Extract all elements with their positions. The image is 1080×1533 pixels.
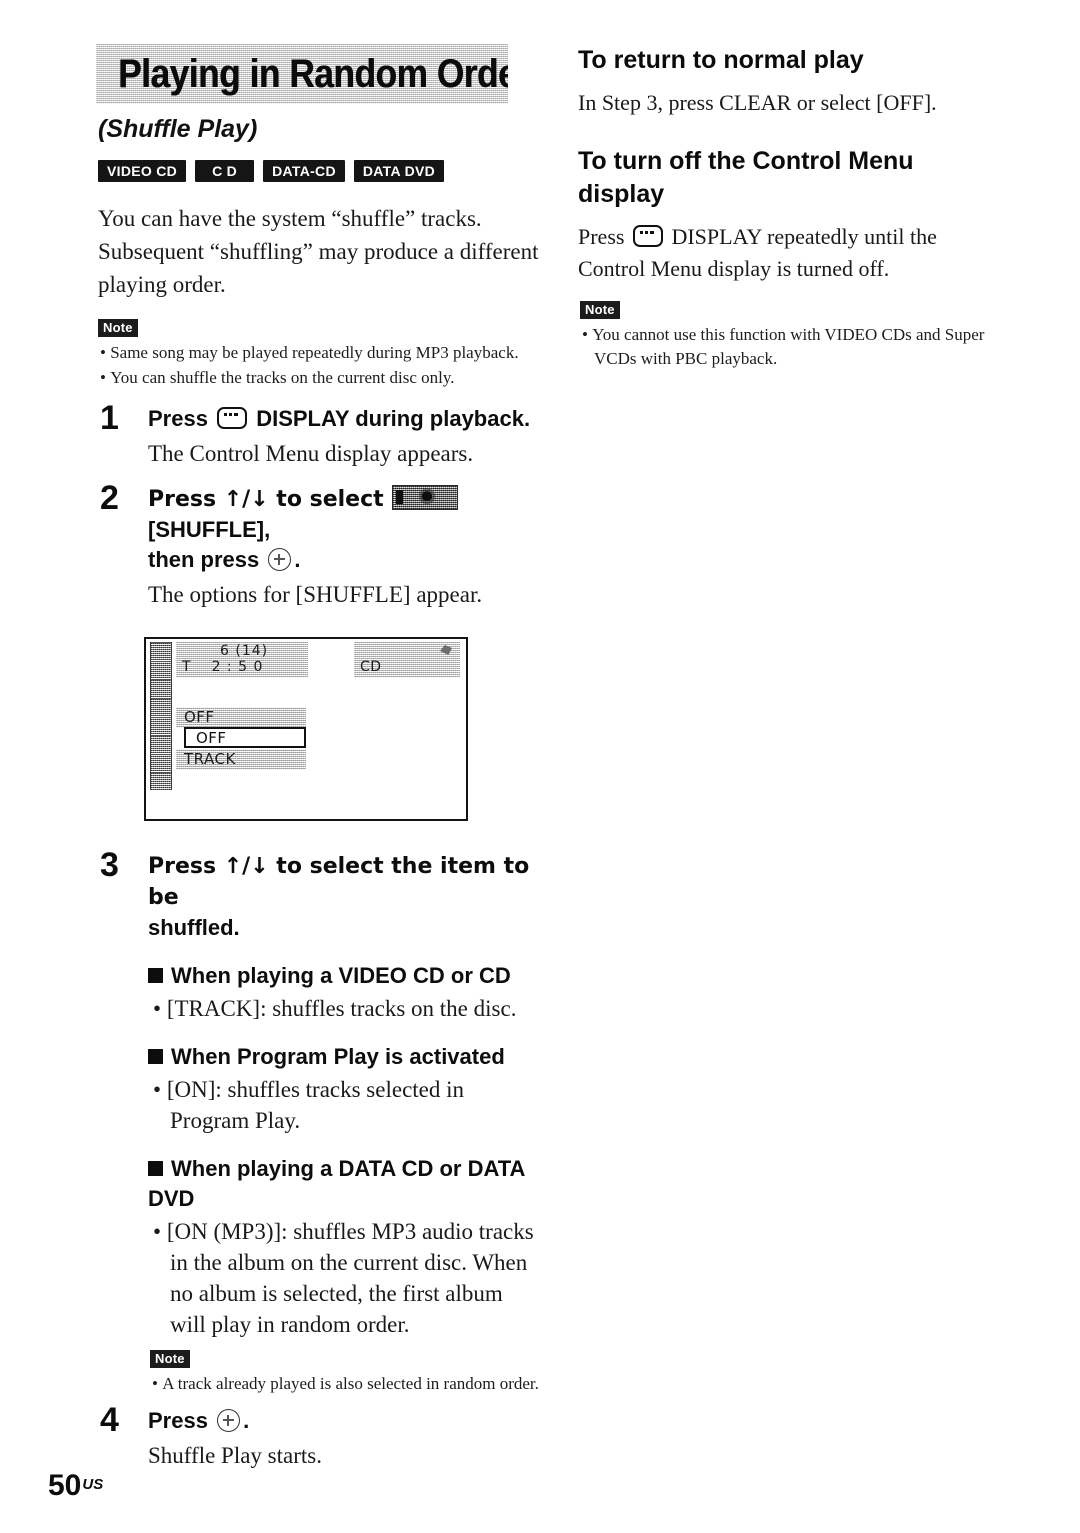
section-subtitle: (Shuffle Play) [98,115,258,143]
disc-type-badges: VIDEO CD C D DATA-CD DATA DVD [98,160,544,182]
step-1-heading: Press DISPLAY during playback. [148,404,544,434]
page-number: 50US [48,1469,103,1503]
step-4-heading-pre: Press [148,1408,208,1433]
step-2-heading-line2-post: . [294,547,301,572]
enter-button-icon [217,1409,241,1432]
step-2-number: 2 [100,479,119,517]
step-2-heading-mid: [SHUFFLE], [148,517,271,542]
step-3: 3 Press ↑/↓ to select the item to be shu… [96,846,544,1396]
step-4-heading: Press . [148,1406,544,1436]
badge-data-dvd: DATA DVD [353,160,445,182]
section-title-band: Playing in Random Order [96,44,508,104]
on-screen-display-figure: 6 (14) T 2 : 5 0 CD OFF OFF TRACK [144,637,468,821]
note-item: Same song may be played repeatedly durin… [98,341,544,365]
step-2-heading-pre: Press ↑/↓ to select [148,487,384,512]
osd-selected-option[interactable]: OFF [184,727,306,748]
shuffle-menu-icon [391,485,458,510]
note-list: A track already played is also selected … [148,1372,544,1396]
osd-icon-cell [151,697,171,716]
display-button-icon [217,407,248,429]
subhead-data-cd-or-data-dvd: When playing a DATA CD or DATA DVD [148,1154,544,1214]
heading-turn-off-control-menu: To turn off the Control Menu display [578,145,1002,211]
section-title: Playing in Random Order [118,52,508,96]
heading-line-2: display [578,180,665,208]
osd-option-track[interactable]: TRACK [176,749,306,770]
bullet-on-mp3: [ON (MP3)]: shuffles MP3 audio tracks in… [150,1216,544,1340]
left-column: Playing in Random Order (Shuffle Play) V… [96,44,544,1472]
heading-return-to-normal-play: To return to normal play [578,46,864,74]
badge-video-cd: VIDEO CD [98,160,187,182]
osd-current-setting: OFF [176,707,306,728]
disc-indicator-icon [440,645,452,655]
osd-icon-cell [151,772,171,790]
black-square-icon [148,968,163,983]
subhead-text: When Program Play is activated [171,1044,505,1069]
osd-icon-cell [151,660,171,679]
page-number-value: 50 [48,1469,82,1502]
osd-icon-cell [151,679,171,697]
note-item: You cannot use this function with VIDEO … [580,323,1002,371]
enter-button-icon [268,548,292,571]
heading-line-1: To turn off the Control Menu [578,147,914,175]
osd-disc-label: CD [360,659,382,675]
display-button-icon [632,225,663,247]
note-label: Note [580,301,620,319]
note-list: You cannot use this function with VIDEO … [578,323,1002,371]
note-item: You can shuffle the tracks on the curren… [98,366,544,390]
subhead-text: When playing a VIDEO CD or CD [171,963,511,988]
osd-icon-cell [151,753,171,772]
step-3-heading: Press ↑/↓ to select the item to be shuff… [148,851,544,943]
step-4-number: 4 [100,1401,119,1439]
badge-data-cd: DATA-CD [263,160,345,182]
step-1-heading-pre: Press [148,406,208,431]
badge-cd: C D [195,160,255,182]
note-label: Note [98,319,138,337]
step-2-heading-line2-pre: then press [148,547,260,572]
osd-icon-cell [151,642,171,660]
step-4-body: Shuffle Play starts. [148,1443,322,1468]
right-column: To return to normal play In Step 3, pres… [578,44,1002,381]
step-2: 2 Press ↑/↓ to select [SHUFFLE], then pr… [96,479,544,611]
step-1-number: 1 [100,399,119,437]
step-4-heading-post: . [243,1408,250,1433]
step-2-body: The options for [SHUFFLE] appear. [148,582,483,607]
osd-time-row: T 2 : 5 0 [182,659,263,675]
step-3-number: 3 [100,846,119,884]
step-4: 4 Press . Shuffle Play starts. [96,1401,544,1472]
osd-time-value: 2 : 5 0 [211,659,264,675]
page-number-suffix: US [82,1476,104,1493]
step-1-heading-post: DISPLAY during playback. [256,406,531,431]
black-square-icon [148,1161,163,1176]
osd-disc-area: CD [354,642,460,678]
step-2-heading: Press ↑/↓ to select [SHUFFLE], then pres… [148,484,544,575]
body-return-to-normal-play: In Step 3, press CLEAR or select [OFF]. [578,90,937,115]
section-intro: You can have the system “shuffle” tracks… [98,206,539,297]
manual-page: Playing in Random Order (Shuffle Play) V… [0,0,1080,1533]
subhead-text: When playing a DATA CD or DATA DVD [148,1156,525,1211]
body-turn-off-control-menu: Press DISPLAY repeatedly until the Contr… [578,221,1002,285]
body-pre: Press [578,224,625,249]
step-1: 1 Press DISPLAY during playback. The Con… [96,399,544,470]
bullet-track: [TRACK]: shuffles tracks on the disc. [150,993,544,1024]
subhead-video-cd-or-cd: When playing a VIDEO CD or CD [148,961,544,991]
osd-icon-column [150,642,172,790]
step-1-body: The Control Menu display appears. [148,441,474,466]
step-3-heading-line1: Press ↑/↓ to select the item to be [148,854,530,910]
osd-time-label: T [182,659,192,675]
body-post: DISPLAY repeatedly until the Control Men… [578,224,937,281]
subhead-program-play: When Program Play is activated [148,1042,544,1072]
osd-icon-cell [151,735,171,753]
black-square-icon [148,1049,163,1064]
bullet-on: [ON]: shuffles tracks selected in Progra… [150,1074,544,1136]
note-item: A track already played is also selected … [150,1372,544,1396]
osd-icon-cell [151,716,171,735]
step-3-heading-line2: shuffled. [148,915,240,940]
osd-status-area: 6 (14) T 2 : 5 0 [176,642,308,678]
note-label: Note [150,1350,190,1368]
note-list: Same song may be played repeatedly durin… [96,341,544,390]
osd-track-number: 6 (14) [220,643,269,659]
